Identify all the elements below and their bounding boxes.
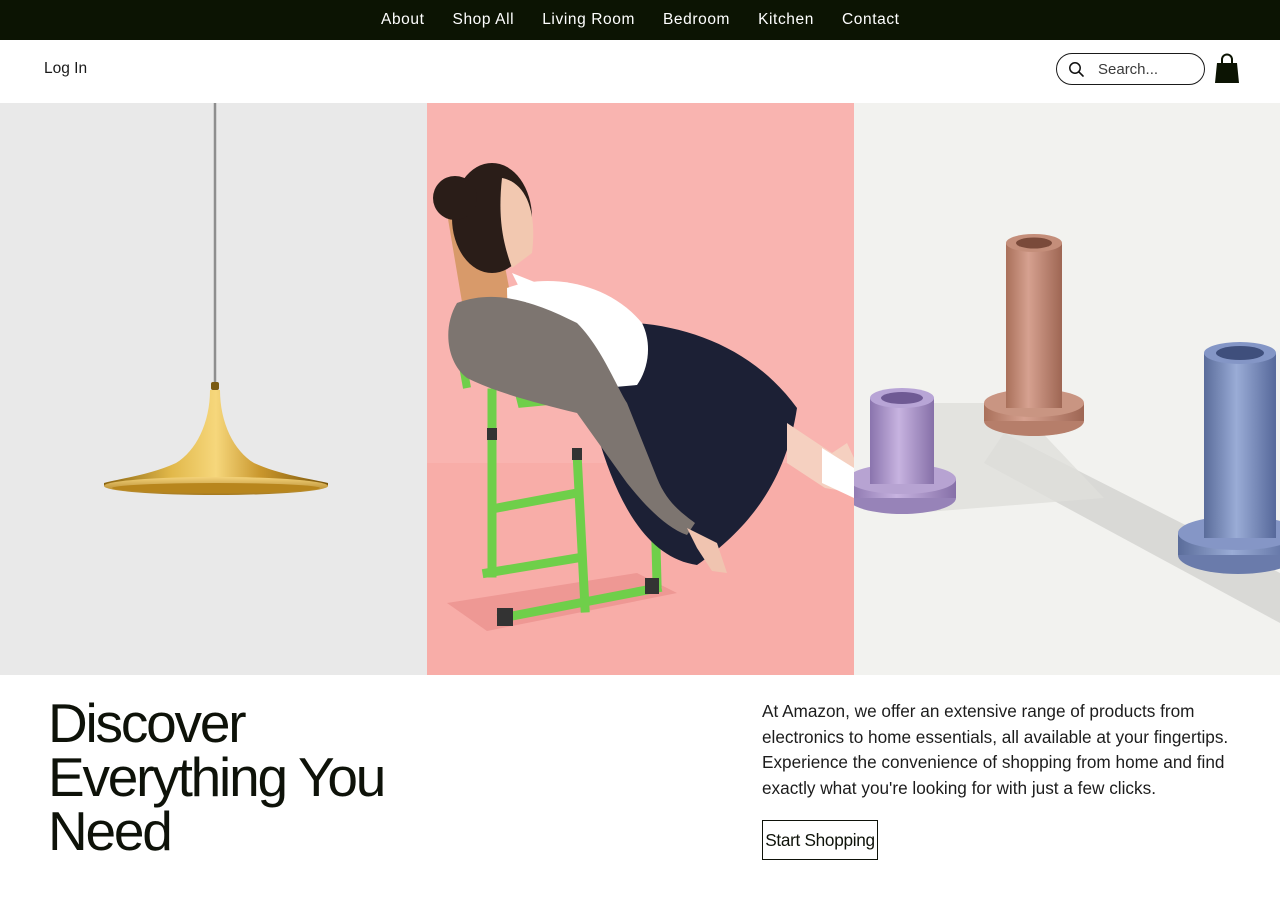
search-input[interactable]	[1098, 59, 1198, 79]
ceramic-candle-holders-image	[854, 103, 1280, 675]
girl-on-green-chair-image	[427, 103, 854, 675]
nav-menu: About Shop All Living Room Bedroom Kitch…	[367, 0, 914, 40]
nav-item-shop-all[interactable]: Shop All	[439, 11, 529, 29]
intro-description: At Amazon, we offer an extensive range o…	[762, 701, 1229, 798]
login-link[interactable]: Log In	[44, 60, 87, 78]
top-nav: About Shop All Living Room Bedroom Kitch…	[0, 0, 1280, 40]
nav-item-about[interactable]: About	[367, 11, 439, 29]
start-shopping-button[interactable]: Start Shopping	[762, 820, 878, 860]
nav-item-bedroom[interactable]: Bedroom	[649, 11, 744, 29]
site-header: Log In	[0, 40, 1280, 103]
page-headline: Discover Everything You Need	[48, 692, 386, 862]
gold-pendant-lamp-image	[0, 103, 427, 675]
search-box[interactable]	[1056, 53, 1205, 85]
search-icon[interactable]	[1068, 61, 1085, 78]
nav-item-kitchen[interactable]: Kitchen	[744, 11, 828, 29]
nav-item-contact[interactable]: Contact	[828, 11, 914, 29]
shopping-bag-icon[interactable]	[1214, 52, 1240, 84]
nav-item-living-room[interactable]: Living Room	[528, 11, 649, 29]
